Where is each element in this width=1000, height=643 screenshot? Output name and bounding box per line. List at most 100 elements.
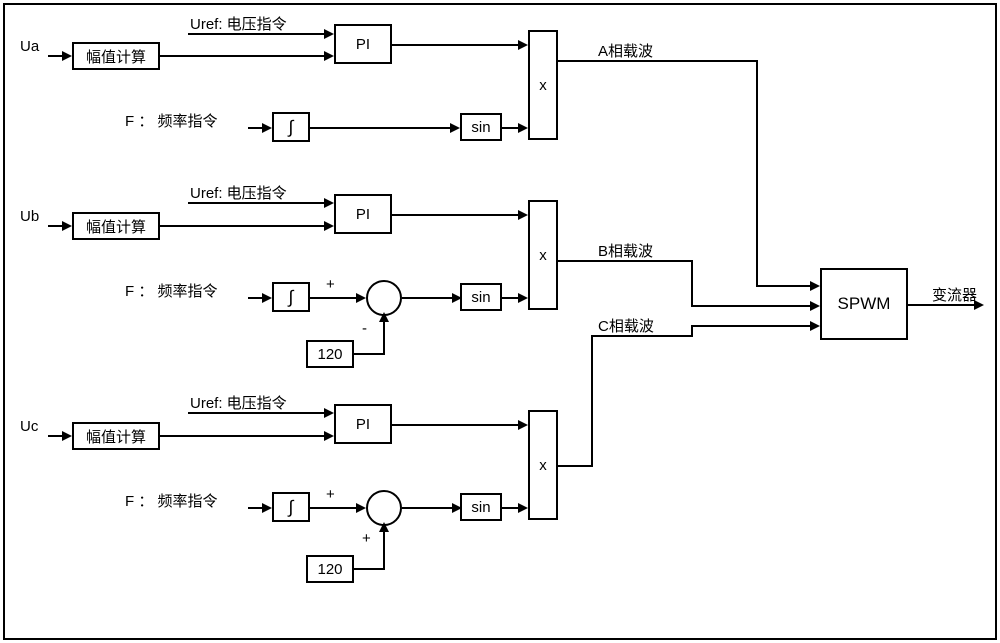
- arrow: [908, 304, 978, 306]
- block-sin-b: sin: [460, 283, 502, 311]
- text: 120: [317, 561, 342, 578]
- text: PI: [356, 36, 370, 53]
- label-ub: Ub: [20, 208, 39, 225]
- arrowhead: [810, 301, 820, 311]
- block-amp-calc-c: 幅值计算: [72, 422, 160, 450]
- arrow: [188, 33, 328, 35]
- sum-b: [366, 280, 402, 316]
- block-mult-a: x: [528, 30, 558, 140]
- text: PI: [356, 416, 370, 433]
- block-integral-a: ∫: [272, 112, 310, 142]
- arrowhead: [324, 408, 334, 418]
- label-freq-b: F ： 频率指令: [125, 280, 218, 301]
- arrow: [160, 55, 330, 57]
- label-carrier-a: A相载波: [598, 40, 653, 61]
- text: ∫: [289, 497, 294, 518]
- label-freq-c: F ： 频率指令: [125, 490, 218, 511]
- label-plus-b: +: [326, 276, 335, 293]
- arrowhead: [356, 503, 366, 513]
- arrow: [691, 305, 814, 307]
- arrow: [383, 526, 385, 570]
- arrow: [558, 60, 758, 62]
- block-sin-a: sin: [460, 113, 502, 141]
- arrowhead: [62, 431, 72, 441]
- arrowhead: [379, 312, 389, 322]
- arrow: [756, 60, 758, 285]
- block-amp-calc-b: 幅值计算: [72, 212, 160, 240]
- text: sin: [471, 499, 490, 516]
- text: 幅值计算: [86, 216, 146, 237]
- label-uref-c: Uref: 电压指令: [190, 392, 287, 413]
- label-ua: Ua: [20, 38, 39, 55]
- arrow: [188, 412, 328, 414]
- arrow: [310, 507, 360, 509]
- arrowhead: [518, 420, 528, 430]
- arrow: [392, 424, 522, 426]
- block-spwm: SPWM: [820, 268, 908, 340]
- block-mult-c: x: [528, 410, 558, 520]
- label-uref-a: Uref: 电压指令: [190, 13, 287, 34]
- arrow: [591, 335, 691, 337]
- arrow: [402, 507, 457, 509]
- sum-c: [366, 490, 402, 526]
- arrow: [691, 260, 693, 305]
- label-plus-c1: +: [326, 486, 335, 503]
- arrow: [691, 325, 814, 327]
- block-integral-b: ∫: [272, 282, 310, 312]
- arrow: [392, 214, 522, 216]
- arrowhead: [324, 51, 334, 61]
- arrow: [756, 285, 814, 287]
- arrowhead: [518, 40, 528, 50]
- arrow: [558, 260, 693, 262]
- text: 120: [317, 346, 342, 363]
- block-pi-c: PI: [334, 404, 392, 444]
- text: sin: [471, 119, 490, 136]
- arrowhead: [324, 221, 334, 231]
- arrowhead: [810, 321, 820, 331]
- label-carrier-b: B相载波: [598, 240, 653, 261]
- diagram-canvas: Ua 幅值计算 Uref: 电压指令 PI F ： 频率指令 ∫ sin x A…: [0, 0, 1000, 643]
- arrow: [392, 44, 522, 46]
- text: PI: [356, 206, 370, 223]
- label-converter: 变流器: [932, 284, 977, 305]
- text: sin: [471, 289, 490, 306]
- arrow: [402, 297, 457, 299]
- text: ∫: [289, 287, 294, 308]
- arrowhead: [62, 221, 72, 231]
- block-mult-b: x: [528, 200, 558, 310]
- arrowhead: [518, 123, 528, 133]
- block-integral-c: ∫: [272, 492, 310, 522]
- label-plus-c2: +: [362, 530, 371, 547]
- arrow: [558, 465, 593, 467]
- label-freq-a: F ： 频率指令: [125, 110, 218, 131]
- arrow: [591, 335, 593, 467]
- arrowhead: [262, 123, 272, 133]
- arrowhead: [262, 293, 272, 303]
- arrowhead: [324, 29, 334, 39]
- arrowhead: [450, 123, 460, 133]
- arrowhead: [62, 51, 72, 61]
- label-minus-b: -: [362, 320, 367, 337]
- arrow: [160, 225, 330, 227]
- arrowhead: [324, 198, 334, 208]
- arrowhead: [379, 522, 389, 532]
- block-sin-c: sin: [460, 493, 502, 521]
- block-120-b: 120: [306, 340, 354, 368]
- arrowhead: [518, 293, 528, 303]
- arrow: [354, 353, 383, 355]
- arrowhead: [262, 503, 272, 513]
- arrowhead: [810, 281, 820, 291]
- arrow: [188, 202, 328, 204]
- text: x: [539, 77, 547, 94]
- block-120-c: 120: [306, 555, 354, 583]
- arrowhead: [356, 293, 366, 303]
- text: 幅值计算: [86, 426, 146, 447]
- arrowhead: [518, 503, 528, 513]
- arrow: [310, 127, 455, 129]
- arrow: [354, 568, 383, 570]
- label-carrier-c: C相载波: [598, 315, 654, 336]
- label-uref-b: Uref: 电压指令: [190, 182, 287, 203]
- label-uc: Uc: [20, 418, 38, 435]
- text: SPWM: [838, 294, 891, 314]
- arrowhead: [324, 431, 334, 441]
